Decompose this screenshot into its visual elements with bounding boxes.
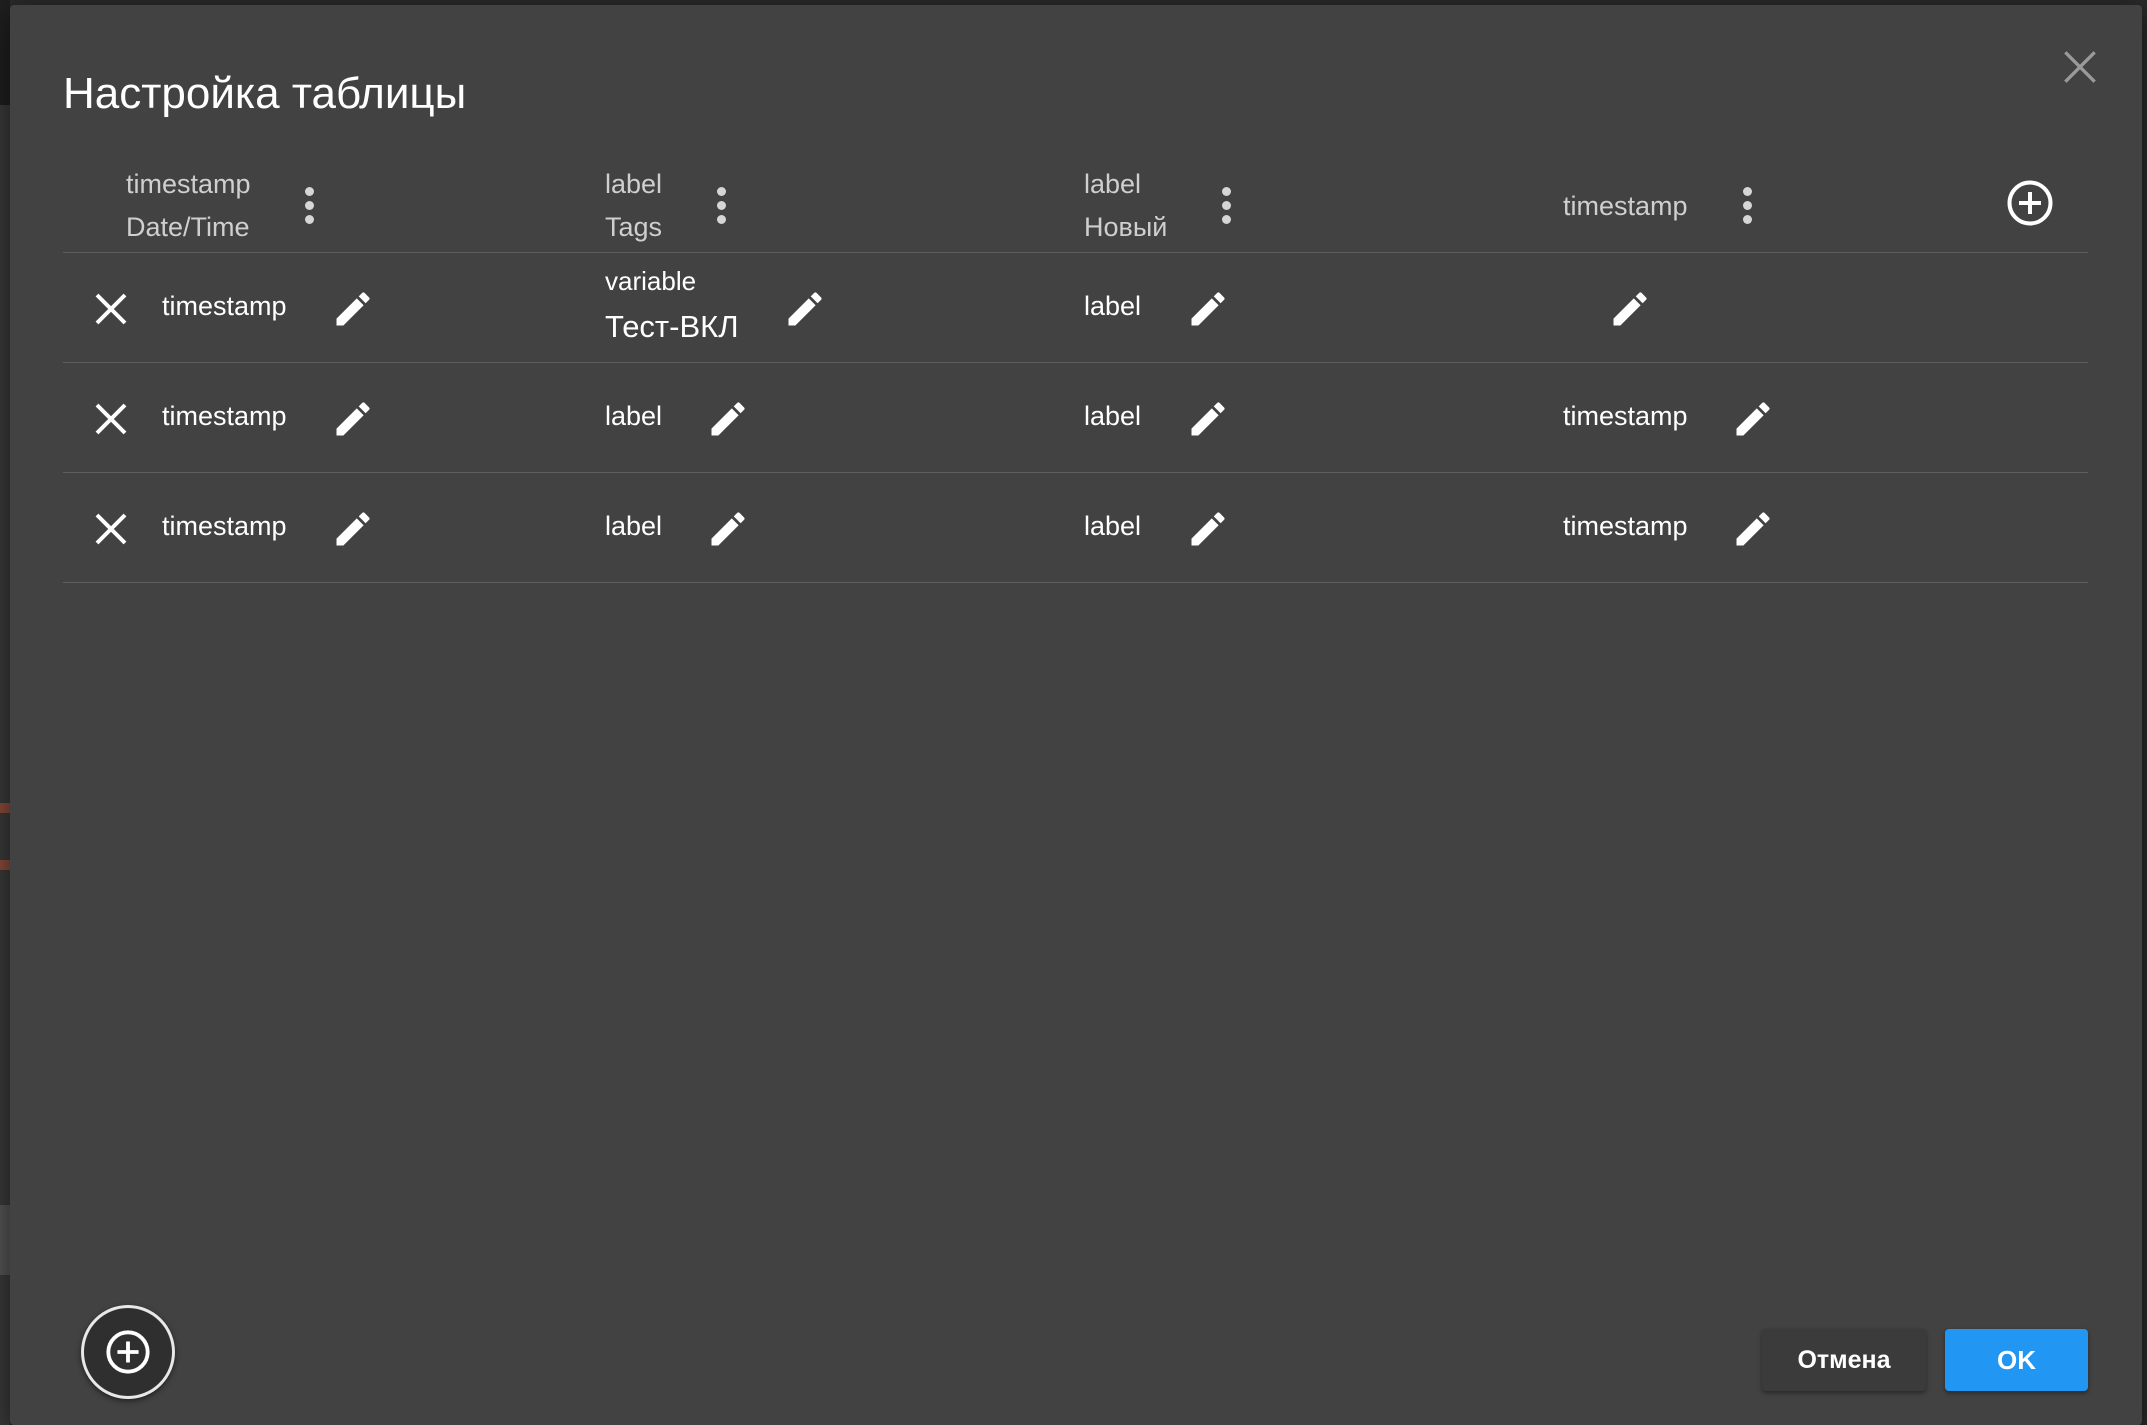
cell-value: label bbox=[1084, 291, 1142, 321]
edit-cell-button[interactable] bbox=[1731, 507, 1775, 551]
cell-value: timestamp bbox=[162, 511, 287, 541]
edit-cell-button[interactable] bbox=[1731, 397, 1775, 441]
close-button[interactable] bbox=[2058, 45, 2102, 89]
pencil-icon bbox=[336, 292, 370, 326]
remove-row-button[interactable] bbox=[93, 511, 129, 547]
cancel-button[interactable]: Отмена bbox=[1762, 1329, 1926, 1391]
edit-cell-button[interactable] bbox=[706, 507, 750, 551]
pencil-icon bbox=[1736, 512, 1770, 546]
pencil-icon bbox=[1736, 402, 1770, 436]
edit-cell-button[interactable] bbox=[1186, 397, 1230, 441]
cell-value: label bbox=[605, 511, 663, 541]
column-header: timestamp bbox=[1563, 155, 1863, 252]
pencil-icon bbox=[336, 512, 370, 546]
cell-value: timestamp bbox=[1563, 401, 1688, 431]
edit-cell-button[interactable] bbox=[331, 397, 375, 441]
pencil-icon bbox=[1613, 292, 1647, 326]
column-menu-button[interactable] bbox=[1737, 187, 1757, 231]
cell-value: timestamp bbox=[162, 291, 287, 321]
table-settings-dialog: Настройка таблицы timestamp Date/Time la… bbox=[10, 5, 2142, 1425]
close-icon bbox=[2064, 51, 2096, 83]
remove-row-button[interactable] bbox=[93, 291, 129, 327]
backdrop-mark bbox=[0, 860, 10, 870]
column-header: label Tags bbox=[605, 155, 965, 252]
remove-row-button[interactable] bbox=[93, 401, 129, 437]
add-row-button[interactable] bbox=[81, 1305, 175, 1399]
edit-cell-button[interactable] bbox=[1186, 287, 1230, 331]
cell-subtitle: variable bbox=[605, 266, 697, 296]
pencil-icon bbox=[1191, 292, 1225, 326]
pencil-icon bbox=[711, 512, 745, 546]
column-header-field: timestamp bbox=[1563, 191, 1688, 221]
backdrop-mark bbox=[0, 803, 10, 813]
cell-value: timestamp bbox=[1563, 511, 1688, 541]
column-header-title: Новый bbox=[1084, 212, 1168, 242]
add-column-button[interactable] bbox=[2005, 178, 2055, 228]
edit-cell-button[interactable] bbox=[331, 507, 375, 551]
column-menu-button[interactable] bbox=[711, 187, 731, 231]
backdrop-strip bbox=[0, 0, 10, 105]
edit-cell-button[interactable] bbox=[1608, 287, 1652, 331]
column-header-field: label bbox=[1084, 169, 1142, 199]
plus-circle-icon bbox=[2007, 180, 2053, 226]
edit-cell-button[interactable] bbox=[331, 287, 375, 331]
column-menu-button[interactable] bbox=[1216, 187, 1236, 231]
close-icon bbox=[95, 403, 127, 435]
close-icon bbox=[95, 293, 127, 325]
column-header-field: timestamp bbox=[126, 169, 251, 199]
pencil-icon bbox=[1191, 402, 1225, 436]
cell-value: label bbox=[1084, 511, 1142, 541]
close-icon bbox=[95, 513, 127, 545]
pencil-icon bbox=[788, 292, 822, 326]
column-header-title: Tags bbox=[605, 212, 663, 242]
edit-cell-button[interactable] bbox=[783, 287, 827, 331]
column-header-field: label bbox=[605, 169, 663, 199]
table-row: timestamp label label timestamp bbox=[63, 363, 2088, 473]
edit-cell-button[interactable] bbox=[1186, 507, 1230, 551]
table-row: timestamp label label timestamp bbox=[63, 473, 2088, 583]
edit-cell-button[interactable] bbox=[706, 397, 750, 441]
table-header: timestamp Date/Time label Tags label Нов… bbox=[63, 155, 2088, 253]
dialog-title: Настройка таблицы bbox=[63, 69, 467, 118]
table-row: timestamp variable Тест-ВКЛ label bbox=[63, 253, 2088, 363]
ok-button[interactable]: OK bbox=[1945, 1329, 2088, 1391]
cell-value: label bbox=[605, 401, 663, 431]
pencil-icon bbox=[1191, 512, 1225, 546]
column-header-title: Date/Time bbox=[126, 212, 250, 242]
backdrop-strip bbox=[0, 1205, 10, 1275]
columns-table: timestamp Date/Time label Tags label Нов… bbox=[63, 155, 2088, 583]
column-menu-button[interactable] bbox=[299, 187, 319, 231]
cell-value: timestamp bbox=[162, 401, 287, 431]
column-header: label Новый bbox=[1084, 155, 1444, 252]
cell-value: Тест-ВКЛ bbox=[605, 309, 739, 344]
cell-value: label bbox=[1084, 401, 1142, 431]
plus-circle-icon bbox=[106, 1330, 150, 1374]
pencil-icon bbox=[336, 402, 370, 436]
pencil-icon bbox=[711, 402, 745, 436]
